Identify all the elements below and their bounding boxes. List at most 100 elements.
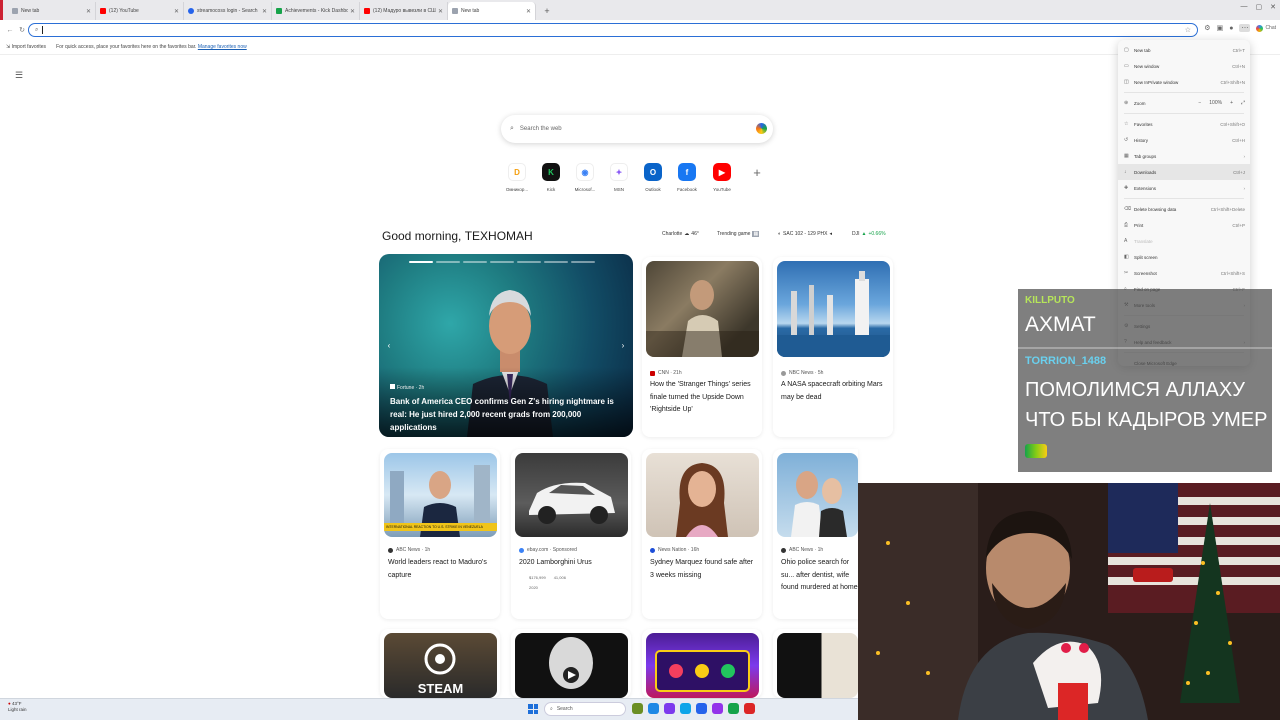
copilot-chat-button[interactable]: Chat: [1256, 24, 1276, 32]
import-favorites-button[interactable]: ⇲ Import favorites: [6, 44, 46, 50]
greeting: Good morning, ТЕХНОМАН: [382, 229, 533, 243]
news-card-stranger-things[interactable]: CNN · 21h How the 'Stranger Things' seri…: [642, 257, 762, 437]
copilot-icon[interactable]: [756, 123, 767, 134]
menu-item-inprivate[interactable]: ◫ New InPrivate window Ctrl+Shift+N: [1118, 74, 1250, 90]
favorite-star-icon[interactable]: ☆: [1185, 26, 1191, 34]
news-headline: Sydney Marquez found safe after 3 weeks …: [650, 559, 754, 579]
back-icon[interactable]: ←: [4, 27, 16, 34]
search-icon: [188, 8, 194, 14]
hero-news-card[interactable]: ‹ › Fortune · 2h Bank of America CEO con…: [379, 254, 633, 437]
split-screen-icon: ◧: [1124, 254, 1129, 260]
fullscreen-icon[interactable]: ⤢: [1241, 100, 1245, 106]
news-card-steam[interactable]: STEAM: [380, 629, 500, 698]
menu-item-extensions[interactable]: ✚ Extensions ›: [1118, 180, 1250, 196]
score-chip[interactable]: ◐ SAC 102 - 129 PHX ◂: [778, 231, 832, 237]
tab-youtube-2[interactable]: (12) Мадуро вывезли в США. Бра...✕: [360, 2, 448, 20]
news-card-game[interactable]: [642, 629, 762, 698]
tab-new-tab-active[interactable]: New tab ✕: [448, 2, 536, 20]
quick-link-youtube[interactable]: ▶ YouTube: [704, 163, 740, 192]
news-headline: World leaders react to Maduro's capture: [388, 559, 487, 579]
news-card-partial[interactable]: [773, 629, 858, 698]
news-card-sydney[interactable]: News Nation · 16h Sydney Marquez found s…: [642, 449, 762, 619]
menu-item-new-tab[interactable]: ▢ New tab Ctrl+T: [1118, 42, 1250, 58]
close-window-icon[interactable]: ✕: [1270, 3, 1276, 11]
address-bar[interactable]: ⌕ ☆: [28, 23, 1198, 37]
weather-widget[interactable]: ● 43°F Light rain: [8, 701, 27, 713]
extensions-icon[interactable]: ⚙: [1204, 24, 1210, 32]
collections-icon[interactable]: ▣: [1217, 24, 1224, 32]
windows-start-icon[interactable]: [528, 704, 538, 714]
quick-link-facebook[interactable]: f Facebook: [669, 163, 705, 192]
ad-meta: $176,999 41,006: [529, 575, 566, 580]
app-icon[interactable]: [680, 703, 691, 714]
menu-item-split-screen[interactable]: ◧ Split screen: [1118, 249, 1250, 265]
ebay-icon: [519, 547, 524, 553]
app-icon[interactable]: [696, 703, 707, 714]
zoom-in-icon[interactable]: +: [1230, 100, 1233, 106]
news-card-maduro[interactable]: INTERNATIONAL REACTION TO U.S. STRIKE IN…: [380, 449, 500, 619]
menu-item-tab-groups[interactable]: ▦ Tab groups ›: [1118, 148, 1250, 164]
edge-icon[interactable]: [648, 703, 659, 714]
refresh-icon[interactable]: ↻: [16, 26, 28, 34]
close-icon[interactable]: ✕: [86, 8, 91, 15]
market-chip[interactable]: DJI ▲ +0.66%: [852, 231, 886, 237]
maximize-icon[interactable]: ▢: [1256, 3, 1263, 11]
menu-item-downloads[interactable]: ↓ Downloads Ctrl+J: [1118, 164, 1250, 180]
new-tab-button[interactable]: +: [540, 4, 554, 18]
carousel-next-icon[interactable]: ›: [617, 340, 629, 352]
quick-link-kick[interactable]: K Kick: [533, 163, 569, 192]
app-icon[interactable]: [712, 703, 723, 714]
sponsored-card-lamborghini[interactable]: ebay.com · Sponsored 2020 Lamborghini Ur…: [511, 449, 631, 619]
menu-item-delete-browsing-data[interactable]: ⌫ Delete browsing data Ctrl+Shift+Delete: [1118, 201, 1250, 217]
search-placeholder: Search the web: [519, 126, 562, 132]
menu-item-new-window[interactable]: ▭ New window Ctrl+N: [1118, 58, 1250, 74]
trending-chip[interactable]: Trending game ▦: [717, 231, 760, 237]
sports-icon: ◐: [778, 231, 782, 237]
menu-item-zoom: ⊕ Zoom −100% + ⤢: [1124, 100, 1245, 106]
add-quick-link-button[interactable]: +: [748, 164, 766, 182]
tab-search[interactable]: streamocoss login - Search ✕: [184, 2, 272, 20]
quick-link-omnicore[interactable]: D Омникор...: [499, 163, 535, 192]
menu-item-print[interactable]: ⎙ Print Ctrl+P: [1118, 217, 1250, 233]
close-icon[interactable]: ✕: [438, 8, 443, 15]
abc-icon: [388, 547, 393, 553]
news-card-nasa[interactable]: NBC News · 5h A NASA spacecraft orbiting…: [773, 257, 893, 437]
close-icon[interactable]: ✕: [526, 8, 531, 15]
profile-icon[interactable]: ●: [1229, 25, 1233, 32]
app-icon[interactable]: [664, 703, 675, 714]
menu-item-favorites[interactable]: ☆ Favorites Ctrl+Shift+O: [1118, 116, 1250, 132]
tab-youtube[interactable]: (12) YouTube ✕: [96, 2, 184, 20]
kick-icon: [276, 8, 282, 14]
menu-item-history[interactable]: ↺ History Ctrl+H: [1118, 132, 1250, 148]
news-card-ohio[interactable]: ABC News · 1h Ohio police search for su.…: [773, 449, 858, 619]
manage-favorites-link[interactable]: Manage favorites now: [198, 44, 247, 50]
quick-link-outlook[interactable]: O Outlook: [635, 163, 671, 192]
app-icon[interactable]: [744, 703, 755, 714]
close-icon[interactable]: ✕: [262, 8, 267, 15]
carousel-prev-icon[interactable]: ‹: [383, 340, 395, 352]
quick-link-microsoft[interactable]: ◉ Microsof...: [567, 163, 603, 192]
kick-icon: K: [542, 163, 560, 181]
close-icon[interactable]: ✕: [174, 8, 179, 15]
web-search-box[interactable]: ⌕ Search the web: [501, 115, 773, 143]
weather-chip[interactable]: Charlotte ☁ 46°: [662, 231, 699, 237]
tab-new-tab-1[interactable]: New tab ✕: [8, 2, 96, 20]
menu-icon[interactable]: ☰: [15, 70, 23, 81]
close-icon[interactable]: ✕: [350, 8, 355, 15]
newsnation-icon: [650, 547, 655, 553]
news-card-video[interactable]: [511, 629, 631, 698]
menu-item-translate[interactable]: A Translate: [1118, 233, 1250, 249]
windows-taskbar: ● 43°F Light rain ⌕ Search: [0, 698, 858, 720]
taskbar-search[interactable]: ⌕ Search: [544, 702, 626, 716]
cloud-icon: ☁: [684, 231, 690, 237]
app-icon[interactable]: [728, 703, 739, 714]
favorites-hint: For quick access, place your favorites h…: [56, 44, 247, 50]
more-menu-icon[interactable]: ⋯: [1239, 24, 1251, 32]
quick-link-msn[interactable]: ✦ MSN: [601, 163, 637, 192]
stream-chat-overlay: KILLPUTO АХМАТ TORRION_1488 ПОМОЛИМСЯ АЛ…: [1018, 289, 1272, 472]
tab-kick[interactable]: Achievements - Kick Dashboard✕: [272, 2, 360, 20]
menu-item-screenshot[interactable]: ✂ Screenshot Ctrl+Shift+S: [1118, 265, 1250, 281]
minimize-icon[interactable]: —: [1241, 3, 1248, 11]
file-explorer-icon[interactable]: [632, 703, 643, 714]
zoom-out-icon[interactable]: −: [1198, 100, 1201, 106]
